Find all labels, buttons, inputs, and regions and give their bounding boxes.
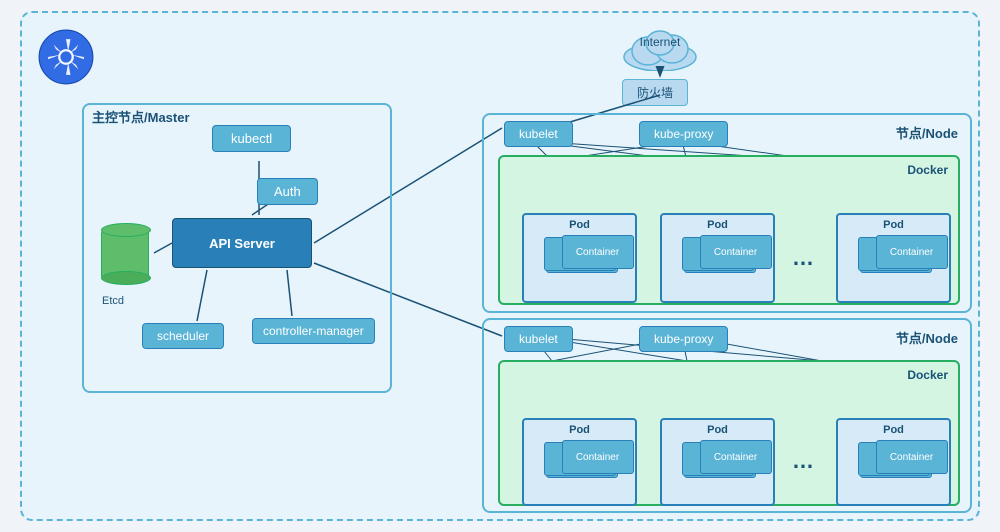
node2-dots: … — [792, 448, 814, 474]
node-1-box: 节点/Node kubelet kube-proxy Docker Pod Co… — [482, 113, 972, 313]
node-2-box: 节点/Node kubelet kube-proxy Docker Pod Co… — [482, 318, 972, 513]
node1-pod2-label: Pod — [707, 219, 728, 231]
node2-pod3-label: Pod — [883, 424, 904, 436]
kubectl-box: kubectl — [212, 125, 291, 152]
node1-pod3: Pod Container — [836, 213, 951, 303]
node1-pod3-container: Container — [876, 235, 948, 269]
node1-kube-proxy: kube-proxy — [639, 121, 728, 147]
etcd-label: Etcd — [102, 295, 124, 307]
node2-pod1-label: Pod — [569, 424, 590, 436]
node1-pod2: Pod Container — [660, 213, 775, 303]
auth-label: Auth — [274, 184, 301, 199]
node2-pod3: Pod Container — [836, 418, 951, 506]
auth-box: Auth — [257, 178, 318, 205]
node2-pod2-container: Container — [700, 440, 772, 474]
internet-label: Internet — [620, 35, 700, 49]
node2-docker-label: Docker — [907, 368, 948, 382]
node2-docker-box: Docker Pod Container Pod — [498, 360, 960, 506]
node2-pod3-container: Container — [876, 440, 948, 474]
node1-docker-label: Docker — [907, 163, 948, 177]
firewall-box: 防火墙 — [622, 79, 688, 106]
etcd-cylinder — [101, 228, 149, 280]
node1-dots: … — [792, 245, 814, 271]
diagram-wrapper: Internet 防火墙 — [20, 11, 980, 521]
node1-kubelet: kubelet — [504, 121, 573, 147]
controller-box: controller-manager — [252, 318, 375, 344]
kubectl-label: kubectl — [231, 131, 272, 146]
node1-pod1-container: Container — [562, 235, 634, 269]
etcd-box — [100, 228, 150, 288]
node1-docker-box: Docker Pod Container Pod — [498, 155, 960, 305]
node1-pod3-label: Pod — [883, 219, 904, 231]
node-2-label: 节点/Node — [896, 328, 958, 347]
internet-cloud: Internet — [620, 21, 700, 76]
apiserver-box: API Server — [172, 218, 312, 268]
node-1-label: 节点/Node — [896, 123, 958, 142]
firewall-label: 防火墙 — [637, 86, 673, 100]
node1-pod2-container: Container — [700, 235, 772, 269]
node1-pod1-label: Pod — [569, 219, 590, 231]
apiserver-label: API Server — [209, 236, 275, 251]
scheduler-label: scheduler — [157, 329, 209, 343]
node2-pod1-container: Container — [562, 440, 634, 474]
node2-pod2-label: Pod — [707, 424, 728, 436]
node2-kubelet: kubelet — [504, 326, 573, 352]
controller-label: controller-manager — [263, 324, 364, 338]
node2-kube-proxy: kube-proxy — [639, 326, 728, 352]
node2-pod2: Pod Container — [660, 418, 775, 506]
scheduler-box: scheduler — [142, 323, 224, 349]
node2-pod1: Pod Container — [522, 418, 637, 506]
master-label: 主控节点/Master — [92, 107, 190, 126]
node1-pod1: Pod Container — [522, 213, 637, 303]
k8s-logo — [38, 29, 94, 85]
